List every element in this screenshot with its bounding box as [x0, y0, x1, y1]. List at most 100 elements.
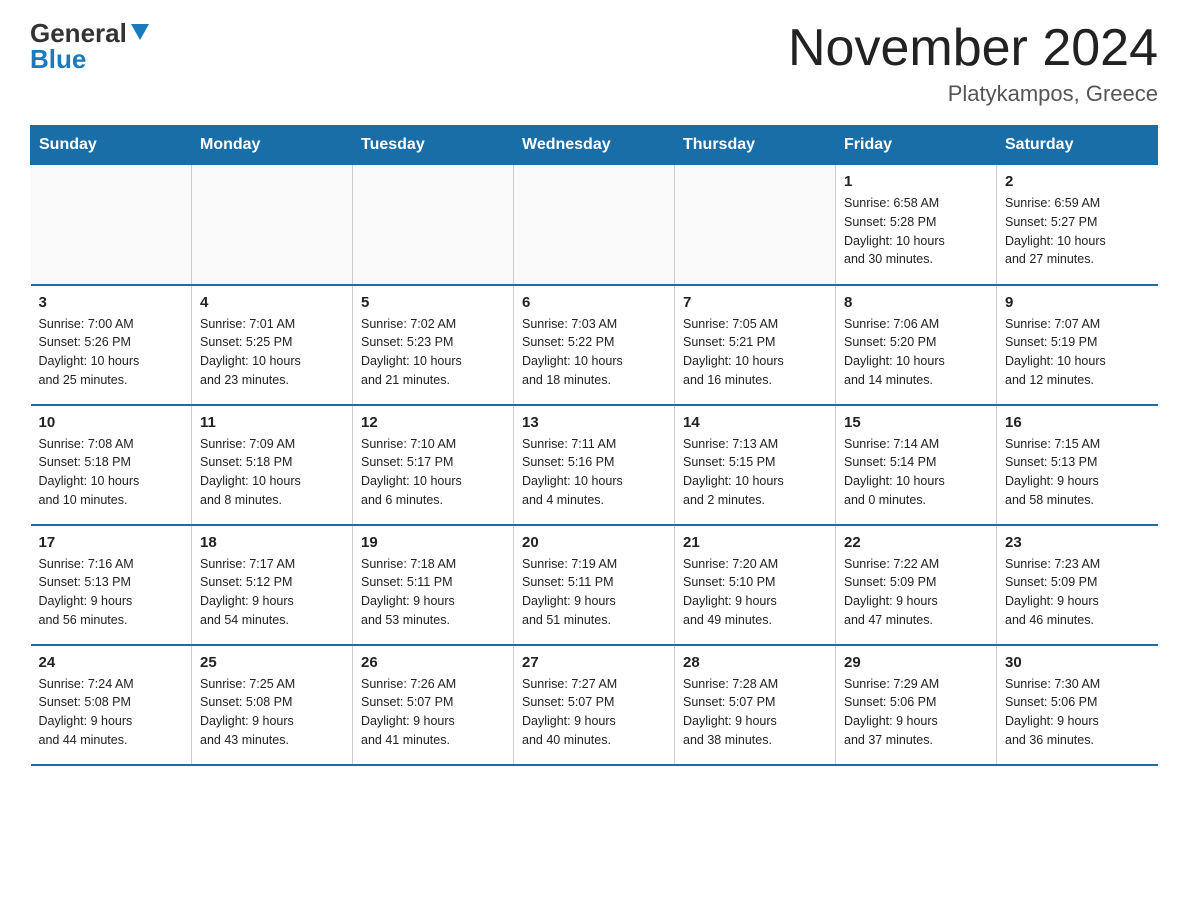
day-number: 26: [361, 654, 505, 671]
calendar-cell: 27 Sunrise: 7:27 AMSunset: 5:07 PMDayligh…: [514, 645, 675, 765]
calendar-cell: 2 Sunrise: 6:59 AMSunset: 5:27 PMDaylight…: [997, 165, 1158, 285]
calendar-cell: 12 Sunrise: 7:10 AMSunset: 5:17 PMDayligh…: [353, 405, 514, 525]
week-row-3: 10 Sunrise: 7:08 AMSunset: 5:18 PMDayligh…: [31, 405, 1158, 525]
day-info: Sunrise: 7:26 AMSunset: 5:07 PMDaylight:…: [361, 675, 505, 750]
day-info: Sunrise: 7:23 AMSunset: 5:09 PMDaylight:…: [1005, 555, 1150, 630]
day-header-saturday: Saturday: [997, 126, 1158, 165]
calendar-cell: 19 Sunrise: 7:18 AMSunset: 5:11 PMDayligh…: [353, 525, 514, 645]
day-info: Sunrise: 7:08 AMSunset: 5:18 PMDaylight:…: [39, 435, 184, 510]
calendar-cell: 18 Sunrise: 7:17 AMSunset: 5:12 PMDayligh…: [192, 525, 353, 645]
calendar-cell: 22 Sunrise: 7:22 AMSunset: 5:09 PMDayligh…: [836, 525, 997, 645]
day-number: 23: [1005, 534, 1150, 551]
week-row-4: 17 Sunrise: 7:16 AMSunset: 5:13 PMDayligh…: [31, 525, 1158, 645]
calendar-cell: 20Sunrise: 7:19 AMSunset: 5:11 PMDayligh…: [514, 525, 675, 645]
day-info: Sunrise: 7:15 AMSunset: 5:13 PMDaylight:…: [1005, 435, 1150, 510]
day-number: 8: [844, 294, 988, 311]
day-header-sunday: Sunday: [31, 126, 192, 165]
day-number: 6: [522, 294, 666, 311]
day-number: 13: [522, 414, 666, 431]
day-info: Sunrise: 6:58 AMSunset: 5:28 PMDaylight:…: [844, 194, 988, 269]
logo-triangle-icon: [129, 20, 151, 42]
day-info: Sunrise: 7:17 AMSunset: 5:12 PMDaylight:…: [200, 555, 344, 630]
calendar-cell: 4 Sunrise: 7:01 AMSunset: 5:25 PMDaylight…: [192, 285, 353, 405]
calendar-cell: [31, 165, 192, 285]
calendar-cell: 28 Sunrise: 7:28 AMSunset: 5:07 PMDayligh…: [675, 645, 836, 765]
week-row-1: 1 Sunrise: 6:58 AMSunset: 5:28 PMDaylight…: [31, 165, 1158, 285]
day-info: Sunrise: 7:00 AMSunset: 5:26 PMDaylight:…: [39, 315, 184, 390]
day-number: 12: [361, 414, 505, 431]
day-number: 17: [39, 534, 184, 551]
day-info: Sunrise: 6:59 AMSunset: 5:27 PMDaylight:…: [1005, 194, 1150, 269]
calendar-cell: 6 Sunrise: 7:03 AMSunset: 5:22 PMDaylight…: [514, 285, 675, 405]
calendar-cell: 25Sunrise: 7:25 AMSunset: 5:08 PMDayligh…: [192, 645, 353, 765]
day-number: 10: [39, 414, 184, 431]
day-info: Sunrise: 7:07 AMSunset: 5:19 PMDaylight:…: [1005, 315, 1150, 390]
day-number: 28: [683, 654, 827, 671]
day-info: Sunrise: 7:02 AMSunset: 5:23 PMDaylight:…: [361, 315, 505, 390]
day-info: Sunrise: 7:10 AMSunset: 5:17 PMDaylight:…: [361, 435, 505, 510]
month-title: November 2024: [788, 20, 1158, 77]
calendar-cell: [353, 165, 514, 285]
day-info: Sunrise: 7:28 AMSunset: 5:07 PMDaylight:…: [683, 675, 827, 750]
calendar-cell: [514, 165, 675, 285]
logo-general: General: [30, 20, 127, 46]
day-number: 14: [683, 414, 827, 431]
day-number: 19: [361, 534, 505, 551]
page-header: General Blue November 2024 Platykampos, …: [30, 20, 1158, 107]
day-info: Sunrise: 7:24 AMSunset: 5:08 PMDaylight:…: [39, 675, 184, 750]
calendar-cell: 11 Sunrise: 7:09 AMSunset: 5:18 PMDayligh…: [192, 405, 353, 525]
logo-blue: Blue: [30, 44, 86, 75]
day-number: 25: [200, 654, 344, 671]
calendar-cell: 1 Sunrise: 6:58 AMSunset: 5:28 PMDaylight…: [836, 165, 997, 285]
day-number: 4: [200, 294, 344, 311]
day-number: 9: [1005, 294, 1150, 311]
day-header-monday: Monday: [192, 126, 353, 165]
day-info: Sunrise: 7:27 AMSunset: 5:07 PMDaylight:…: [522, 675, 666, 750]
day-number: 7: [683, 294, 827, 311]
day-number: 2: [1005, 173, 1150, 190]
day-number: 1: [844, 173, 988, 190]
day-number: 22: [844, 534, 988, 551]
day-info: Sunrise: 7:03 AMSunset: 5:22 PMDaylight:…: [522, 315, 666, 390]
calendar-cell: 16 Sunrise: 7:15 AMSunset: 5:13 PMDayligh…: [997, 405, 1158, 525]
day-header-thursday: Thursday: [675, 126, 836, 165]
calendar-cell: 21Sunrise: 7:20 AMSunset: 5:10 PMDayligh…: [675, 525, 836, 645]
calendar-cell: 26 Sunrise: 7:26 AMSunset: 5:07 PMDayligh…: [353, 645, 514, 765]
day-info: Sunrise: 7:11 AMSunset: 5:16 PMDaylight:…: [522, 435, 666, 510]
calendar-cell: 14 Sunrise: 7:13 AMSunset: 5:15 PMDayligh…: [675, 405, 836, 525]
calendar-cell: 3 Sunrise: 7:00 AMSunset: 5:26 PMDaylight…: [31, 285, 192, 405]
calendar-cell: [192, 165, 353, 285]
day-info: Sunrise: 7:13 AMSunset: 5:15 PMDaylight:…: [683, 435, 827, 510]
calendar-cell: 15 Sunrise: 7:14 AMSunset: 5:14 PMDayligh…: [836, 405, 997, 525]
day-info: Sunrise: 7:16 AMSunset: 5:13 PMDaylight:…: [39, 555, 184, 630]
day-info: Sunrise: 7:20 AMSunset: 5:10 PMDaylight:…: [683, 555, 827, 630]
calendar-cell: 30Sunrise: 7:30 AMSunset: 5:06 PMDayligh…: [997, 645, 1158, 765]
day-number: 30: [1005, 654, 1150, 671]
day-info: Sunrise: 7:22 AMSunset: 5:09 PMDaylight:…: [844, 555, 988, 630]
calendar-cell: 17 Sunrise: 7:16 AMSunset: 5:13 PMDayligh…: [31, 525, 192, 645]
day-header-tuesday: Tuesday: [353, 126, 514, 165]
week-row-2: 3 Sunrise: 7:00 AMSunset: 5:26 PMDaylight…: [31, 285, 1158, 405]
day-info: Sunrise: 7:01 AMSunset: 5:25 PMDaylight:…: [200, 315, 344, 390]
day-number: 15: [844, 414, 988, 431]
day-header-wednesday: Wednesday: [514, 126, 675, 165]
day-number: 24: [39, 654, 184, 671]
day-info: Sunrise: 7:14 AMSunset: 5:14 PMDaylight:…: [844, 435, 988, 510]
calendar-cell: 8 Sunrise: 7:06 AMSunset: 5:20 PMDaylight…: [836, 285, 997, 405]
day-number: 11: [200, 414, 344, 431]
day-number: 3: [39, 294, 184, 311]
day-info: Sunrise: 7:09 AMSunset: 5:18 PMDaylight:…: [200, 435, 344, 510]
calendar-cell: 9 Sunrise: 7:07 AMSunset: 5:19 PMDaylight…: [997, 285, 1158, 405]
day-number: 16: [1005, 414, 1150, 431]
day-info: Sunrise: 7:18 AMSunset: 5:11 PMDaylight:…: [361, 555, 505, 630]
day-info: Sunrise: 7:05 AMSunset: 5:21 PMDaylight:…: [683, 315, 827, 390]
calendar-cell: 23 Sunrise: 7:23 AMSunset: 5:09 PMDayligh…: [997, 525, 1158, 645]
logo: General Blue: [30, 20, 151, 75]
day-info: Sunrise: 7:06 AMSunset: 5:20 PMDaylight:…: [844, 315, 988, 390]
day-number: 18: [200, 534, 344, 551]
day-header-friday: Friday: [836, 126, 997, 165]
calendar-cell: 10 Sunrise: 7:08 AMSunset: 5:18 PMDayligh…: [31, 405, 192, 525]
title-block: November 2024 Platykampos, Greece: [788, 20, 1158, 107]
day-number: 27: [522, 654, 666, 671]
calendar-cell: [675, 165, 836, 285]
